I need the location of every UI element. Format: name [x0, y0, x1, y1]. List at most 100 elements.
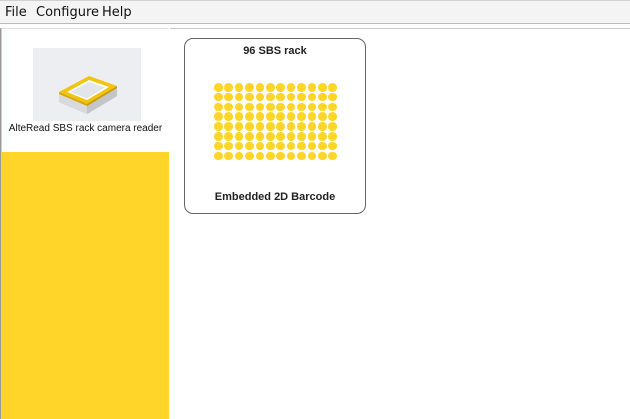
rack-well [214, 83, 223, 92]
rack-well [307, 122, 317, 131]
rack-well [276, 132, 285, 141]
rack-well [276, 102, 285, 112]
rack-well [234, 92, 244, 102]
rack-well [234, 83, 244, 92]
rack-well [328, 141, 337, 151]
rack-card-footer: Embedded 2D Barcode [214, 191, 336, 203]
menu-help[interactable]: Help [102, 5, 132, 20]
rack-well [266, 122, 275, 131]
rack-well [214, 132, 223, 141]
rack-well [318, 141, 327, 151]
rack-selection-area: 96 SBS rack Embedded 2D Barcode [170, 28, 630, 419]
rack-well [276, 112, 285, 121]
rack-well [234, 132, 244, 141]
rack-well [318, 122, 327, 131]
rack-well [245, 102, 254, 112]
rack-well [307, 92, 317, 102]
rack-well [328, 92, 337, 102]
rack-well [214, 102, 223, 112]
rack-well [224, 92, 233, 102]
rack-well [318, 112, 327, 121]
rack-well [318, 132, 327, 141]
rack-well [266, 151, 275, 161]
rack-well [307, 151, 317, 161]
rack-well [318, 83, 327, 92]
rack-well [297, 132, 306, 141]
rack-well [276, 122, 285, 131]
rack-well [234, 141, 244, 151]
rack-well [328, 83, 337, 92]
rack-well [234, 151, 244, 161]
rack-well [286, 151, 296, 161]
rack-well [224, 141, 233, 151]
rack-well [328, 122, 337, 131]
rack-well [214, 92, 223, 102]
sidebar-background [2, 152, 169, 419]
rack-well [276, 151, 285, 161]
rack-well [245, 83, 254, 92]
rack-well [245, 141, 254, 151]
rack-well [307, 132, 317, 141]
rack-well [266, 83, 275, 92]
rack-card-title: 96 SBS rack [243, 45, 307, 57]
rack-well [286, 92, 296, 102]
rack-card-96-sbs[interactable]: 96 SBS rack Embedded 2D Barcode [184, 38, 366, 214]
rack-well [328, 102, 337, 112]
rack-well [307, 141, 317, 151]
rack-well [266, 112, 275, 121]
rack-well [224, 83, 233, 92]
rack-well [245, 112, 254, 121]
rack-well [255, 83, 265, 92]
rack-well [266, 92, 275, 102]
menu-file[interactable]: File [5, 5, 27, 20]
rack-well [297, 112, 306, 121]
rack-well [255, 132, 265, 141]
rack-well [255, 112, 265, 121]
rack-well [245, 132, 254, 141]
menu-configure[interactable]: Configure [36, 5, 99, 20]
rack-well [234, 122, 244, 131]
rack-well [276, 83, 285, 92]
rack-well [245, 151, 254, 161]
rack-well [286, 122, 296, 131]
rack-well [286, 141, 296, 151]
rack-well [214, 112, 223, 121]
rack-well [297, 92, 306, 102]
device-label: AlteRead SBS rack camera reader [8, 123, 163, 134]
rack-well [297, 83, 306, 92]
rack-well [214, 151, 223, 161]
rack-well [297, 122, 306, 131]
rack-well [234, 112, 244, 121]
rack-well [307, 102, 317, 112]
rack-well [255, 122, 265, 131]
rack-well [224, 112, 233, 121]
rack-well [224, 122, 233, 131]
rack-well [276, 92, 285, 102]
rack-well [214, 122, 223, 131]
rack-well [297, 141, 306, 151]
app-window: File Configure Help AlteRead SBS rack ca… [0, 0, 630, 419]
rack-well [214, 141, 223, 151]
rack-well [328, 132, 337, 141]
rack-well [286, 112, 296, 121]
rack-well [276, 141, 285, 151]
device-list-item[interactable]: AlteRead SBS rack camera reader [2, 28, 169, 152]
rack-well [307, 112, 317, 121]
rack-well [328, 151, 337, 161]
rack-well [224, 132, 233, 141]
rack-well [224, 151, 233, 161]
rack-well-grid [214, 83, 338, 161]
rack-well [318, 102, 327, 112]
rack-well [245, 122, 254, 131]
rack-well [318, 151, 327, 161]
rack-well [266, 102, 275, 112]
rack-well [234, 102, 244, 112]
rack-well [255, 151, 265, 161]
rack-well [286, 102, 296, 112]
rack-well [286, 83, 296, 92]
rack-well [266, 141, 275, 151]
rack-well [255, 92, 265, 102]
camera-reader-device-image [33, 48, 141, 121]
rack-well [266, 132, 275, 141]
rack-well [255, 141, 265, 151]
